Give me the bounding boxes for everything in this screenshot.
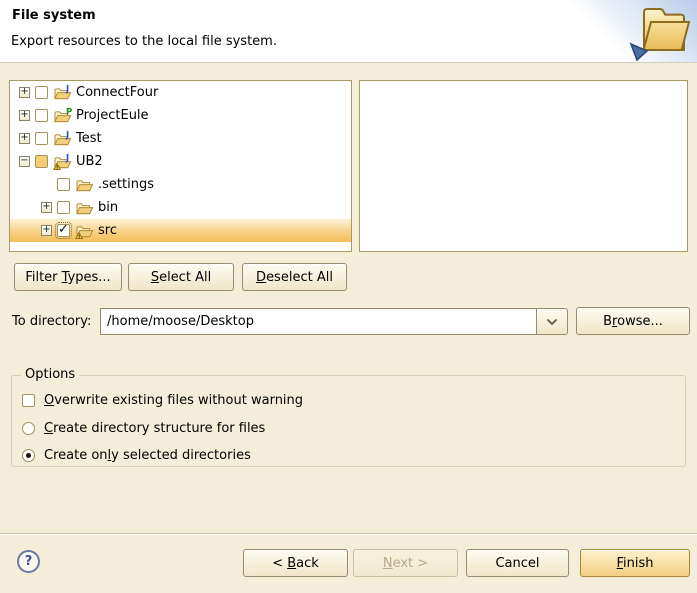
tree-item-label: ProjectEule (76, 108, 149, 123)
deselect-all-button[interactable]: Deselect All (242, 263, 347, 291)
expander-icon[interactable]: − (19, 156, 30, 167)
tree-item-label: ConnectFour (76, 85, 158, 100)
expander-icon[interactable]: + (41, 225, 52, 236)
tree-item-label: src (98, 223, 117, 238)
chevron-down-icon (546, 318, 558, 326)
to-directory-label: To directory: (12, 314, 91, 329)
filter-types-button[interactable]: Filter Types... (14, 263, 122, 291)
resource-tree[interactable]: + J ConnectFour + P ProjectEule + J Test… (9, 80, 352, 252)
svg-text:J: J (65, 85, 69, 95)
destination-input[interactable] (100, 308, 537, 335)
select-all-button[interactable]: Select All (128, 263, 234, 291)
create-selected-label: Create only selected directories (44, 448, 251, 463)
tree-row[interactable]: .settings (10, 173, 351, 196)
overwrite-checkbox[interactable] (22, 394, 35, 407)
tree-item-label: Test (76, 131, 102, 146)
export-folder-icon (628, 3, 692, 61)
open-folder-warning-icon (75, 223, 94, 239)
tree-row[interactable]: + bin (10, 196, 351, 219)
open-folder-icon (75, 200, 94, 216)
cancel-button[interactable]: Cancel (466, 549, 569, 577)
options-legend: Options (21, 367, 79, 382)
checkbox[interactable] (35, 132, 48, 145)
tree-row[interactable]: + src (10, 219, 351, 242)
create-selected-radio[interactable] (22, 449, 35, 462)
next-button[interactable]: Next > (353, 549, 458, 577)
svg-text:P: P (66, 108, 72, 118)
finish-button[interactable]: Finish (580, 549, 690, 577)
footer-separator (0, 533, 697, 535)
file-list-panel[interactable] (359, 80, 688, 252)
expander-icon[interactable]: + (19, 133, 30, 144)
expander-icon[interactable]: + (19, 110, 30, 121)
tree-item-label: .settings (98, 177, 154, 192)
expander-icon[interactable]: + (41, 202, 52, 213)
checkbox[interactable] (57, 201, 70, 214)
tree-row[interactable]: − J UB2 (10, 150, 351, 173)
destination-dropdown-button[interactable] (536, 308, 568, 335)
page-subtitle: Export resources to the local file syste… (11, 34, 277, 49)
tree-row[interactable]: + J ConnectFour (10, 81, 351, 104)
help-button[interactable]: ? (17, 550, 40, 573)
question-mark-icon: ? (25, 554, 33, 569)
checkbox[interactable] (35, 109, 48, 122)
checkbox[interactable] (35, 155, 48, 168)
expander-icon[interactable]: + (19, 87, 30, 98)
back-button[interactable]: < Back (243, 549, 348, 577)
tree-item-label: UB2 (76, 154, 103, 169)
checkbox[interactable] (57, 178, 70, 191)
java-project-open-folder-icon: J (53, 131, 72, 147)
java-project-open-folder-warning-icon: J (53, 154, 72, 170)
wizard-header: File system Export resources to the loca… (0, 0, 697, 63)
svg-text:J: J (65, 154, 69, 164)
tree-row[interactable]: + P ProjectEule (10, 104, 351, 127)
svg-text:J: J (65, 131, 69, 141)
overwrite-label: Overwrite existing files without warning (44, 393, 303, 408)
browse-button[interactable]: Browse... (576, 307, 690, 335)
tree-item-label: bin (98, 200, 118, 215)
tree-row[interactable]: + J Test (10, 127, 351, 150)
create-structure-radio[interactable] (22, 422, 35, 435)
page-title: File system (12, 8, 96, 23)
java-project-open-folder-icon: J (53, 85, 72, 101)
project-open-folder-icon: P (53, 108, 72, 124)
checkbox[interactable] (35, 86, 48, 99)
create-structure-label: Create directory structure for files (44, 421, 265, 436)
open-folder-icon (75, 177, 94, 193)
checkbox[interactable] (57, 224, 70, 237)
